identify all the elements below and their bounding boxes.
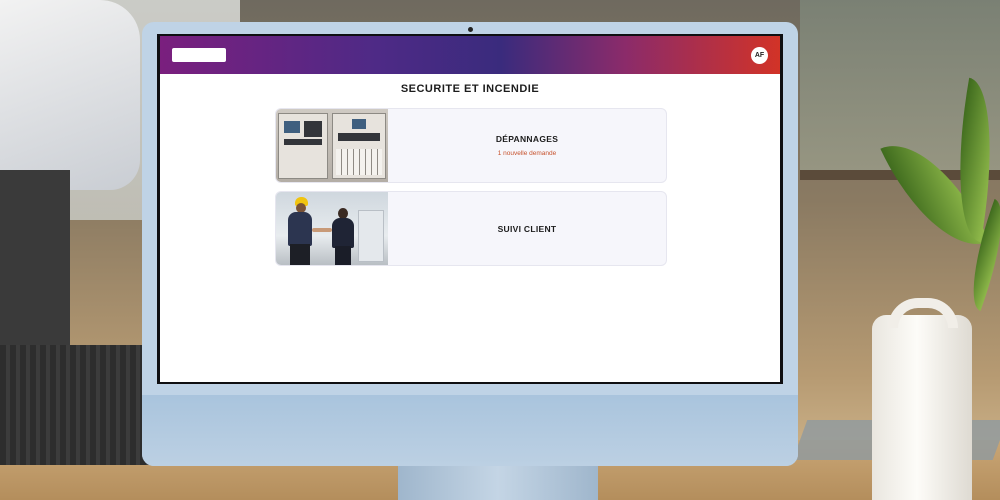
monitor-stand: [398, 466, 598, 500]
card-title: SUIVI CLIENT: [497, 223, 557, 234]
user-avatar[interactable]: AF: [751, 46, 768, 64]
card-suivi-client[interactable]: SUIVI CLIENT: [275, 191, 667, 266]
webcam: [468, 27, 473, 32]
card-title: DÉPANNAGES: [495, 134, 559, 144]
handshake-workers-image: [276, 192, 388, 265]
background-person: [0, 0, 140, 190]
card-subtitle-badge: 1 nouvelle demande: [497, 150, 557, 157]
monitor-chin: [142, 395, 798, 466]
speaker: [0, 345, 150, 465]
app-screen: AF SECURITE ET INCENDIE DÉPANNAGES 1 nou…: [160, 36, 780, 382]
top-bar: AF: [160, 36, 780, 74]
card-list: DÉPANNAGES 1 nouvelle demande SUIVI CLIE…: [275, 108, 667, 274]
background-person-legs: [0, 170, 70, 370]
water-bottle: [872, 315, 972, 500]
card-body: SUIVI CLIENT: [388, 192, 666, 265]
electrical-panel-image: [276, 109, 388, 182]
page-title: SECURITE ET INCENDIE: [400, 83, 540, 95]
water-bottle-handle: [888, 298, 958, 328]
app-logo[interactable]: [172, 48, 226, 62]
card-depannages[interactable]: DÉPANNAGES 1 nouvelle demande: [275, 108, 667, 183]
card-body: DÉPANNAGES 1 nouvelle demande: [388, 109, 666, 182]
